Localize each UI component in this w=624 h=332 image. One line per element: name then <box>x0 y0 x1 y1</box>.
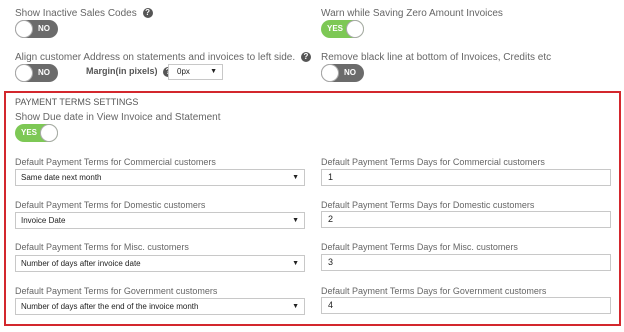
show-inactive-label-text: Show Inactive Sales Codes <box>15 8 137 19</box>
commercial-terms-select[interactable]: Same date next month ▼ <box>15 169 305 186</box>
toggle-knob <box>346 20 364 38</box>
government-days-label: Default Payment Terms Days for Governmen… <box>321 286 547 296</box>
misc-terms-select[interactable]: Number of days after invoice date ▼ <box>15 255 305 272</box>
show-inactive-toggle[interactable]: NO <box>15 20 58 38</box>
toggle-knob <box>40 124 58 142</box>
domestic-terms-label: Default Payment Terms for Domestic custo… <box>15 200 206 210</box>
margin-label: Margin(in pixels) ? <box>86 66 174 77</box>
toggle-state-text: NO <box>344 68 356 77</box>
toggle-knob <box>321 64 339 82</box>
margin-label-text: Margin(in pixels) <box>86 66 158 76</box>
caret-down-icon: ▼ <box>292 174 299 181</box>
toggle-state-text: YES <box>21 128 38 137</box>
align-address-toggle[interactable]: NO <box>15 64 58 82</box>
warn-zero-amount-toggle[interactable]: YES <box>321 20 364 38</box>
toggle-knob <box>15 20 33 38</box>
commercial-days-label: Default Payment Terms Days for Commercia… <box>321 157 545 167</box>
input-value: 4 <box>328 300 334 310</box>
government-terms-label: Default Payment Terms for Government cus… <box>15 286 218 296</box>
help-icon[interactable]: ? <box>142 8 153 19</box>
align-address-label: Align customer Address on statements and… <box>15 52 311 63</box>
show-inactive-sales-codes-label: Show Inactive Sales Codes ? <box>15 8 153 19</box>
caret-down-icon: ▼ <box>292 303 299 310</box>
caret-down-icon: ▼ <box>292 260 299 267</box>
show-due-date-label: Show Due date in View Invoice and Statem… <box>15 112 221 123</box>
select-value: Number of days after invoice date <box>21 259 141 268</box>
payment-terms-title: PAYMENT TERMS SETTINGS <box>15 97 139 107</box>
domestic-terms-select[interactable]: Invoice Date ▼ <box>15 212 305 229</box>
select-value: Same date next month <box>21 173 102 182</box>
misc-days-input[interactable]: 3 <box>321 254 611 271</box>
caret-down-icon: ▼ <box>292 217 299 224</box>
input-value: 2 <box>328 214 334 224</box>
warn-zero-amount-label: Warn while Saving Zero Amount Invoices <box>321 8 503 19</box>
caret-down-icon: ▼ <box>210 68 217 75</box>
toggle-knob <box>15 64 33 82</box>
align-address-label-text: Align customer Address on statements and… <box>15 52 296 63</box>
toggle-state-text: NO <box>38 68 50 77</box>
remove-black-line-toggle[interactable]: NO <box>321 64 364 82</box>
input-value: 1 <box>328 172 334 182</box>
select-value: Number of days after the end of the invo… <box>21 302 199 311</box>
misc-terms-label: Default Payment Terms for Misc. customer… <box>15 242 189 252</box>
toggle-state-text: YES <box>327 24 344 33</box>
toggle-state-text: NO <box>38 24 50 33</box>
show-due-date-toggle[interactable]: YES <box>15 124 58 142</box>
select-value: Invoice Date <box>21 216 66 225</box>
remove-black-line-label: Remove black line at bottom of Invoices,… <box>321 52 552 63</box>
misc-days-label: Default Payment Terms Days for Misc. cus… <box>321 242 518 252</box>
help-icon[interactable]: ? <box>300 52 311 63</box>
government-days-input[interactable]: 4 <box>321 297 611 314</box>
margin-select[interactable]: 0px ▼ <box>168 64 223 80</box>
commercial-terms-label: Default Payment Terms for Commercial cus… <box>15 157 216 167</box>
domestic-days-label: Default Payment Terms Days for Domestic … <box>321 200 535 210</box>
input-value: 3 <box>328 257 334 267</box>
margin-select-value: 0px <box>177 67 190 76</box>
commercial-days-input[interactable]: 1 <box>321 169 611 186</box>
government-terms-select[interactable]: Number of days after the end of the invo… <box>15 298 305 315</box>
domestic-days-input[interactable]: 2 <box>321 211 611 228</box>
